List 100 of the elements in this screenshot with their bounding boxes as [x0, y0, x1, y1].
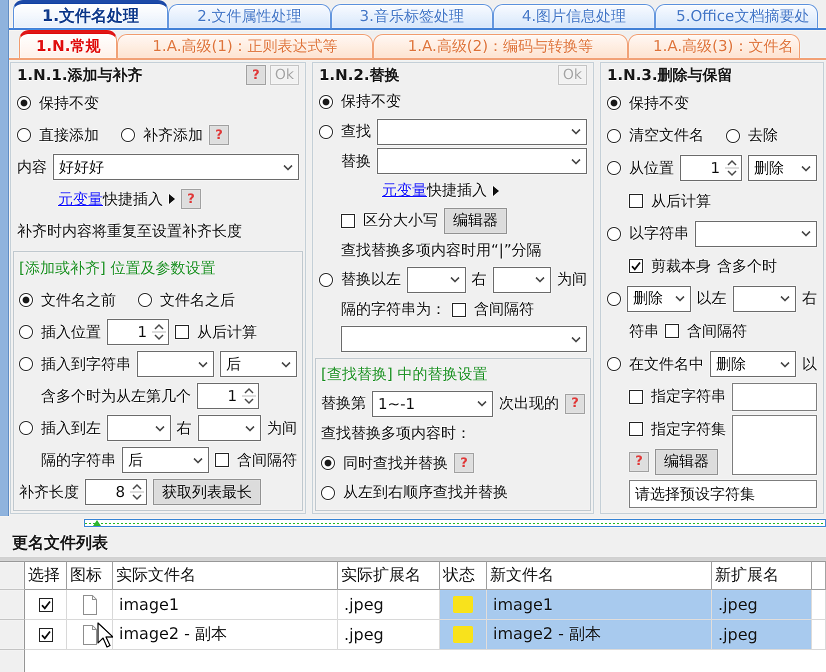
label: 为间 [267, 418, 297, 438]
radio-option[interactable]: 插入位置 [19, 322, 101, 342]
label: 快捷插入 [427, 181, 487, 200]
file-icon [82, 624, 98, 644]
dropdown[interactable] [377, 148, 587, 174]
chevron-down-icon [571, 128, 581, 136]
checkbox-option[interactable]: 从后计算 [175, 322, 257, 342]
radio-option[interactable]: 保持不变 [607, 94, 689, 113]
link[interactable]: 元变量 [58, 190, 103, 208]
button[interactable]: 获取列表最长 [153, 479, 261, 505]
chevron-down-icon [535, 276, 545, 284]
checkbox-option[interactable]: 指定字符串 [629, 387, 726, 406]
label: 替换第 [321, 394, 366, 414]
dropdown[interactable] [407, 266, 466, 293]
spin-box[interactable]: 1 [680, 155, 742, 182]
text-field[interactable] [732, 382, 817, 411]
table-cell [812, 590, 826, 620]
radio-option[interactable]: 文件名之前 [19, 290, 116, 310]
column-header[interactable]: 选择 [25, 562, 67, 590]
radio-option[interactable]: 清空文件名 [607, 126, 704, 146]
radio-option[interactable]: 同时查找并替换 [321, 454, 448, 473]
file-icon [82, 594, 98, 614]
column-header[interactable]: 图标 [67, 562, 113, 590]
table-cell: image2 - 副本 [487, 620, 712, 650]
group-title: [添加或补齐] 位置及参数设置 [19, 258, 216, 278]
dropdown[interactable]: 好好好 [53, 154, 299, 180]
label: 补齐时内容将重复至设置补齐长度 [17, 222, 242, 240]
radio-option[interactable]: 从左到右顺序查找并替换 [321, 483, 508, 502]
dropdown[interactable] [341, 326, 587, 352]
radio-option[interactable]: 保持不变 [319, 92, 401, 112]
checkbox-option[interactable]: 指定字符集 [629, 420, 726, 439]
checkbox-option[interactable]: 含间隔符 [452, 300, 534, 320]
chevron-down-icon [198, 360, 208, 368]
radio-option[interactable]: 替换以左 [319, 270, 401, 290]
dropdown[interactable]: 后 [220, 351, 297, 377]
text-field[interactable]: 请选择预设字符集 [629, 480, 817, 508]
row-header[interactable] [0, 590, 25, 620]
chevron-down-icon [801, 230, 811, 238]
chevron-down-icon [154, 424, 164, 432]
label: 内容 [17, 158, 47, 176]
checkbox[interactable] [38, 628, 52, 642]
spin-box[interactable]: 1 [107, 319, 169, 345]
dropdown[interactable]: 删除 [748, 155, 817, 182]
triangle-up-icon [93, 520, 101, 526]
radio-button[interactable] [607, 292, 621, 306]
column-header[interactable]: 实际文件名 [113, 562, 338, 590]
column-header[interactable]: 实际扩展名 [338, 562, 440, 590]
label: 符串 [629, 322, 659, 341]
radio-option[interactable]: 从位置 [607, 158, 674, 178]
tab[interactable]: 1.文件名处理 [13, 0, 168, 28]
dropdown[interactable]: 删除 [710, 351, 796, 378]
dropdown[interactable]: 后 [122, 447, 209, 473]
dropdown[interactable] [492, 266, 551, 293]
radio-option[interactable]: 插入到左 [19, 418, 101, 438]
column-header[interactable] [812, 562, 826, 590]
tab[interactable]: 3.音乐标签处理 [330, 4, 493, 28]
checkbox-option[interactable]: 含间隔符 [215, 450, 297, 470]
label: 替换 [341, 152, 371, 171]
radio-option[interactable]: 文件名之后 [138, 290, 235, 310]
link[interactable]: 元变量 [382, 181, 427, 200]
button[interactable]: 编辑器 [655, 448, 718, 475]
checkbox[interactable] [38, 598, 52, 612]
spin-box[interactable]: 1 [197, 383, 259, 409]
tab[interactable]: 1.N.常规 [19, 30, 118, 58]
checkbox-option[interactable]: 剪裁本身 [629, 256, 711, 276]
button[interactable]: 编辑器 [444, 208, 507, 234]
radio-option[interactable]: 保持不变 [17, 94, 99, 112]
label: 补齐长度 [19, 482, 79, 502]
dropdown[interactable] [107, 415, 170, 441]
spin-box[interactable]: 8 [85, 479, 147, 505]
chevron-down-icon [281, 360, 291, 368]
radio-option[interactable]: 在文件名中 [607, 354, 704, 374]
mouse-pointer-icon [97, 622, 113, 648]
triangle-right-icon[interactable] [169, 194, 175, 204]
splitter-bar[interactable] [84, 519, 826, 527]
radio-option[interactable]: 查找 [319, 122, 371, 142]
radio-option[interactable]: 去除 [726, 126, 778, 146]
checkbox-option[interactable]: 从后计算 [629, 192, 711, 211]
radio-option[interactable]: 直接添加 [17, 126, 99, 144]
dropdown[interactable]: 1~-1 [372, 390, 493, 417]
text-area[interactable] [732, 414, 817, 475]
label: 以 [802, 354, 817, 374]
dropdown[interactable]: 删除 [627, 286, 690, 312]
tab[interactable]: 2.文件属性处理 [168, 4, 331, 28]
chevron-down-icon [801, 164, 811, 172]
dropdown[interactable] [695, 220, 817, 247]
radio-option[interactable]: 插入到字符串 [19, 354, 131, 374]
radio-option[interactable]: 补齐添加 [121, 126, 203, 144]
tab[interactable]: 4.图片信息处理 [492, 4, 656, 28]
row-header[interactable] [0, 620, 25, 650]
dropdown[interactable] [377, 118, 587, 145]
tab[interactable]: 5.Office文档摘要处 [655, 4, 818, 28]
dropdown[interactable] [732, 286, 796, 312]
dropdown[interactable] [137, 351, 214, 377]
radio-option[interactable]: 以字符串 [607, 224, 689, 244]
dropdown[interactable] [198, 415, 261, 441]
triangle-right-icon[interactable] [493, 186, 499, 196]
label: 快捷插入 [103, 190, 163, 208]
checkbox-option[interactable]: 区分大小写 [341, 211, 438, 230]
checkbox-option[interactable]: 含间隔符 [665, 322, 747, 341]
